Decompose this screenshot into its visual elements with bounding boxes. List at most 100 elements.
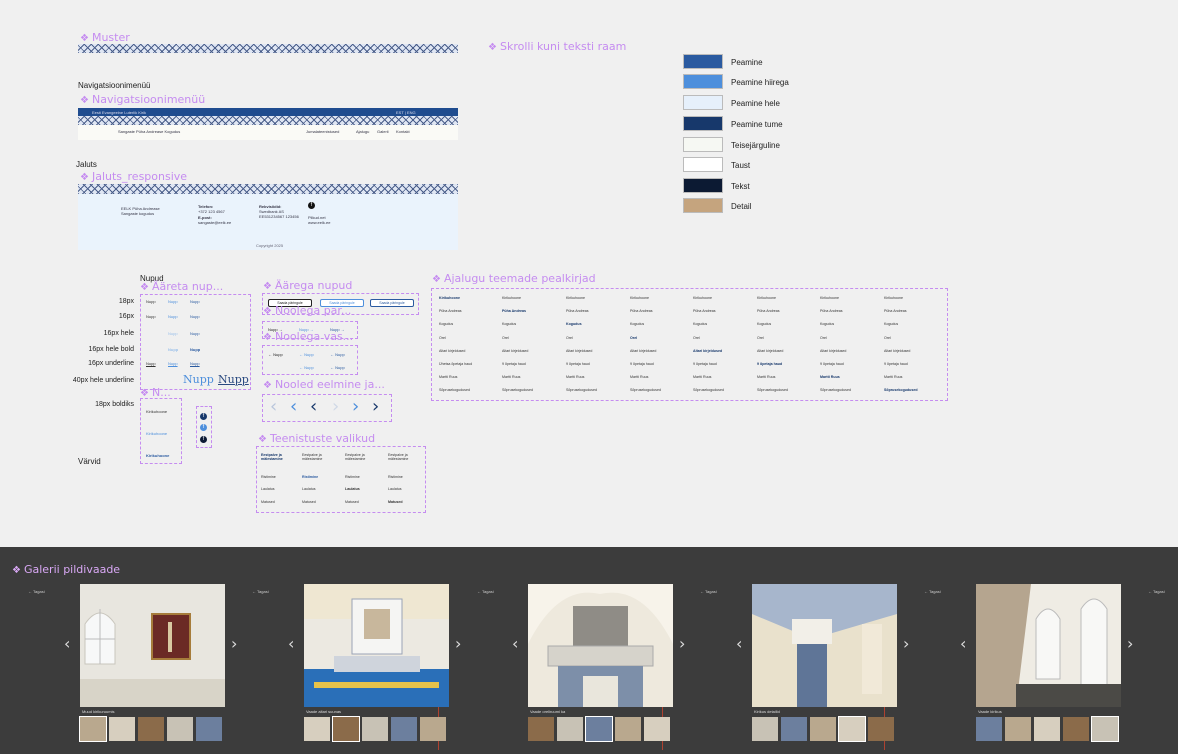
ajalugu-topic[interactable]: Orel (693, 336, 700, 340)
ajalugu-topic[interactable]: Kogudus (693, 322, 707, 326)
ajalugu-topic[interactable]: Altari kirjeldused (502, 349, 528, 353)
ajalugu-topic[interactable]: Martti Ruus (502, 375, 520, 379)
teenistus-option[interactable]: Laulatus (345, 487, 381, 491)
nupp-16px-underline-hover[interactable]: Nupp (168, 361, 178, 366)
footer-phone[interactable]: +372 123 4567 (198, 209, 225, 214)
ajalugu-topic[interactable]: Kirikuhoone (693, 296, 712, 300)
ajalugu-topic[interactable]: Kogudus (502, 322, 516, 326)
gallery-image-4[interactable] (752, 584, 897, 707)
gallery-thumbnail[interactable] (109, 717, 135, 741)
ajalugu-topic[interactable]: Altari kirjeldused (757, 349, 783, 353)
gallery-thumbnail[interactable] (1091, 716, 1119, 742)
teenistus-option[interactable]: Ristimine (345, 475, 381, 479)
arrow-left-button-primary-2[interactable]: ← Nupp (330, 365, 345, 370)
nupp-16px-underline-default[interactable]: Nupp (146, 361, 156, 366)
ajalugu-topic[interactable]: Altari kirjeldused (566, 349, 592, 353)
gallery-next-icon[interactable]: › (231, 634, 237, 653)
ajalugu-topic[interactable]: Püha Andreas (820, 309, 843, 313)
gallery-back-2[interactable]: ← Tagasi (252, 589, 269, 594)
gallery-next-icon[interactable]: › (455, 634, 461, 653)
arrow-left-button-default[interactable]: ← Nupp (268, 352, 283, 357)
ajalugu-topic[interactable]: Kogudus (884, 322, 898, 326)
footer-web-2[interactable]: www.eelk.ee (308, 220, 330, 225)
nupp-16px-underline[interactable]: Nupp (190, 361, 200, 366)
ajalugu-topic[interactable]: Sõprusekogudused (757, 388, 788, 392)
gallery-thumbnail[interactable] (391, 717, 417, 741)
gallery-thumbnail[interactable] (167, 717, 193, 741)
ajalugu-topic[interactable]: Kogudus (757, 322, 771, 326)
gallery-thumbnail[interactable] (557, 717, 583, 741)
ajalugu-topic[interactable]: Kirikuhoone (757, 296, 776, 300)
teenistus-option[interactable]: Ristimine (261, 475, 297, 479)
teenistus-option[interactable]: Laulatus (261, 487, 297, 491)
next-hover-icon[interactable]: › (352, 396, 359, 417)
ajalugu-topic[interactable]: Orel (439, 336, 446, 340)
gallery-next-icon[interactable]: › (903, 634, 909, 653)
teenistus-option[interactable]: Ristimine (302, 475, 338, 479)
ajalugu-topic[interactable]: 9 õpetaja haud (820, 362, 844, 366)
gallery-prev-icon[interactable]: ‹ (64, 634, 70, 653)
facebook-icon[interactable]: f (200, 413, 207, 420)
nupp-18px-default[interactable]: Nupp (146, 299, 156, 304)
gallery-back-4[interactable]: ← Tagasi (700, 589, 717, 594)
nupp-16px-default[interactable]: Nupp (146, 314, 156, 319)
ajalugu-topic[interactable]: Orel (502, 336, 509, 340)
teenistus-option[interactable]: Matused (302, 500, 338, 504)
ajalugu-topic[interactable]: Martti Ruus (693, 375, 711, 379)
ajalugu-topic[interactable]: Orel (757, 336, 764, 340)
ajalugu-topic[interactable]: Püha Andreas (439, 309, 462, 313)
gallery-thumbnail[interactable] (1063, 717, 1089, 741)
teenistus-option[interactable]: Matused (388, 500, 424, 504)
ajalugu-topic[interactable]: Püha Andreas (502, 309, 526, 313)
gallery-thumbnail[interactable] (332, 716, 360, 742)
gallery-image-5[interactable] (976, 584, 1121, 707)
facebook-icon[interactable]: f (308, 202, 315, 209)
ajalugu-topic[interactable]: Püha Andreas (884, 309, 907, 313)
ajalugu-topic[interactable]: Martti Ruus (439, 375, 457, 379)
nupp-16px-hover[interactable]: Nupp (168, 314, 178, 319)
teenistus-option[interactable]: Laulatus (302, 487, 338, 491)
ajalugu-topic[interactable]: Ühetsa õpetaja haud (439, 362, 472, 366)
gallery-thumbnail[interactable] (615, 717, 641, 741)
gallery-back-1[interactable]: ← Tagasi (28, 589, 45, 594)
ajalugu-topic[interactable]: 9 õpetaja haud (630, 362, 654, 366)
gallery-thumbnail[interactable] (79, 716, 107, 742)
next-icon[interactable]: › (372, 396, 379, 417)
nav-item-jumalateenistused[interactable]: Jumalateenistused (306, 129, 339, 134)
ajalugu-topic[interactable]: Martti Ruus (566, 375, 584, 379)
ajalugu-topic[interactable]: Sõprusekogudused (884, 388, 918, 392)
ajalugu-topic[interactable]: Kogudus (630, 322, 644, 326)
ajalugu-topic[interactable]: Kirikuhoone (566, 296, 585, 300)
nav-item-kontakt[interactable]: Kontakt (396, 129, 410, 134)
gallery-image-3[interactable] (528, 584, 673, 707)
ajalugu-topic[interactable]: Altari kirjeldused (884, 349, 910, 353)
teenistus-option[interactable]: Matused (345, 500, 381, 504)
gallery-thumbnail[interactable] (781, 717, 807, 741)
gallery-thumbnail[interactable] (644, 717, 670, 741)
kirikuhoone-default[interactable]: Kirikuhoone (146, 409, 167, 414)
ajalugu-topic[interactable]: Orel (820, 336, 827, 340)
nupp-16px-primary[interactable]: Nupp (190, 314, 200, 319)
nupp-40px-hover[interactable]: Nupp (183, 373, 214, 386)
teenistus-option[interactable]: Eestpalve ja mälestamine (388, 453, 424, 461)
gallery-thumbnail[interactable] (362, 717, 388, 741)
ajalugu-topic[interactable]: Altari kirjeldused (630, 349, 656, 353)
gallery-back-6[interactable]: ← Tagasi (1148, 589, 1165, 594)
facebook-hover-icon[interactable]: f (200, 424, 207, 431)
kirikuhoone-hover[interactable]: Kirikuhoone (146, 431, 167, 436)
nav-item-galerii[interactable]: Galerii (377, 129, 389, 134)
ajalugu-topic[interactable]: Martti Ruus (820, 375, 840, 379)
ajalugu-topic[interactable]: Kirikuhoone (502, 296, 521, 300)
prev-hover-icon[interactable]: ‹ (290, 396, 297, 417)
ajalugu-topic[interactable]: Püha Andreas (566, 309, 589, 313)
ajalugu-topic[interactable]: Martti Ruus (884, 375, 902, 379)
ajalugu-topic[interactable]: 9 õpetaja haud (502, 362, 526, 366)
gallery-thumbnail[interactable] (752, 717, 778, 741)
ajalugu-topic[interactable]: Püha Andreas (693, 309, 716, 313)
kirikuhoone-bold[interactable]: Kirikuhoone (146, 453, 169, 458)
ajalugu-topic[interactable]: Sõprusekogudused (820, 388, 851, 392)
gallery-next-icon[interactable]: › (679, 634, 685, 653)
ajalugu-topic[interactable]: Kogudus (439, 322, 453, 326)
ajalugu-topic[interactable]: Püha Andreas (630, 309, 653, 313)
ajalugu-topic[interactable]: Kirikuhoone (884, 296, 903, 300)
